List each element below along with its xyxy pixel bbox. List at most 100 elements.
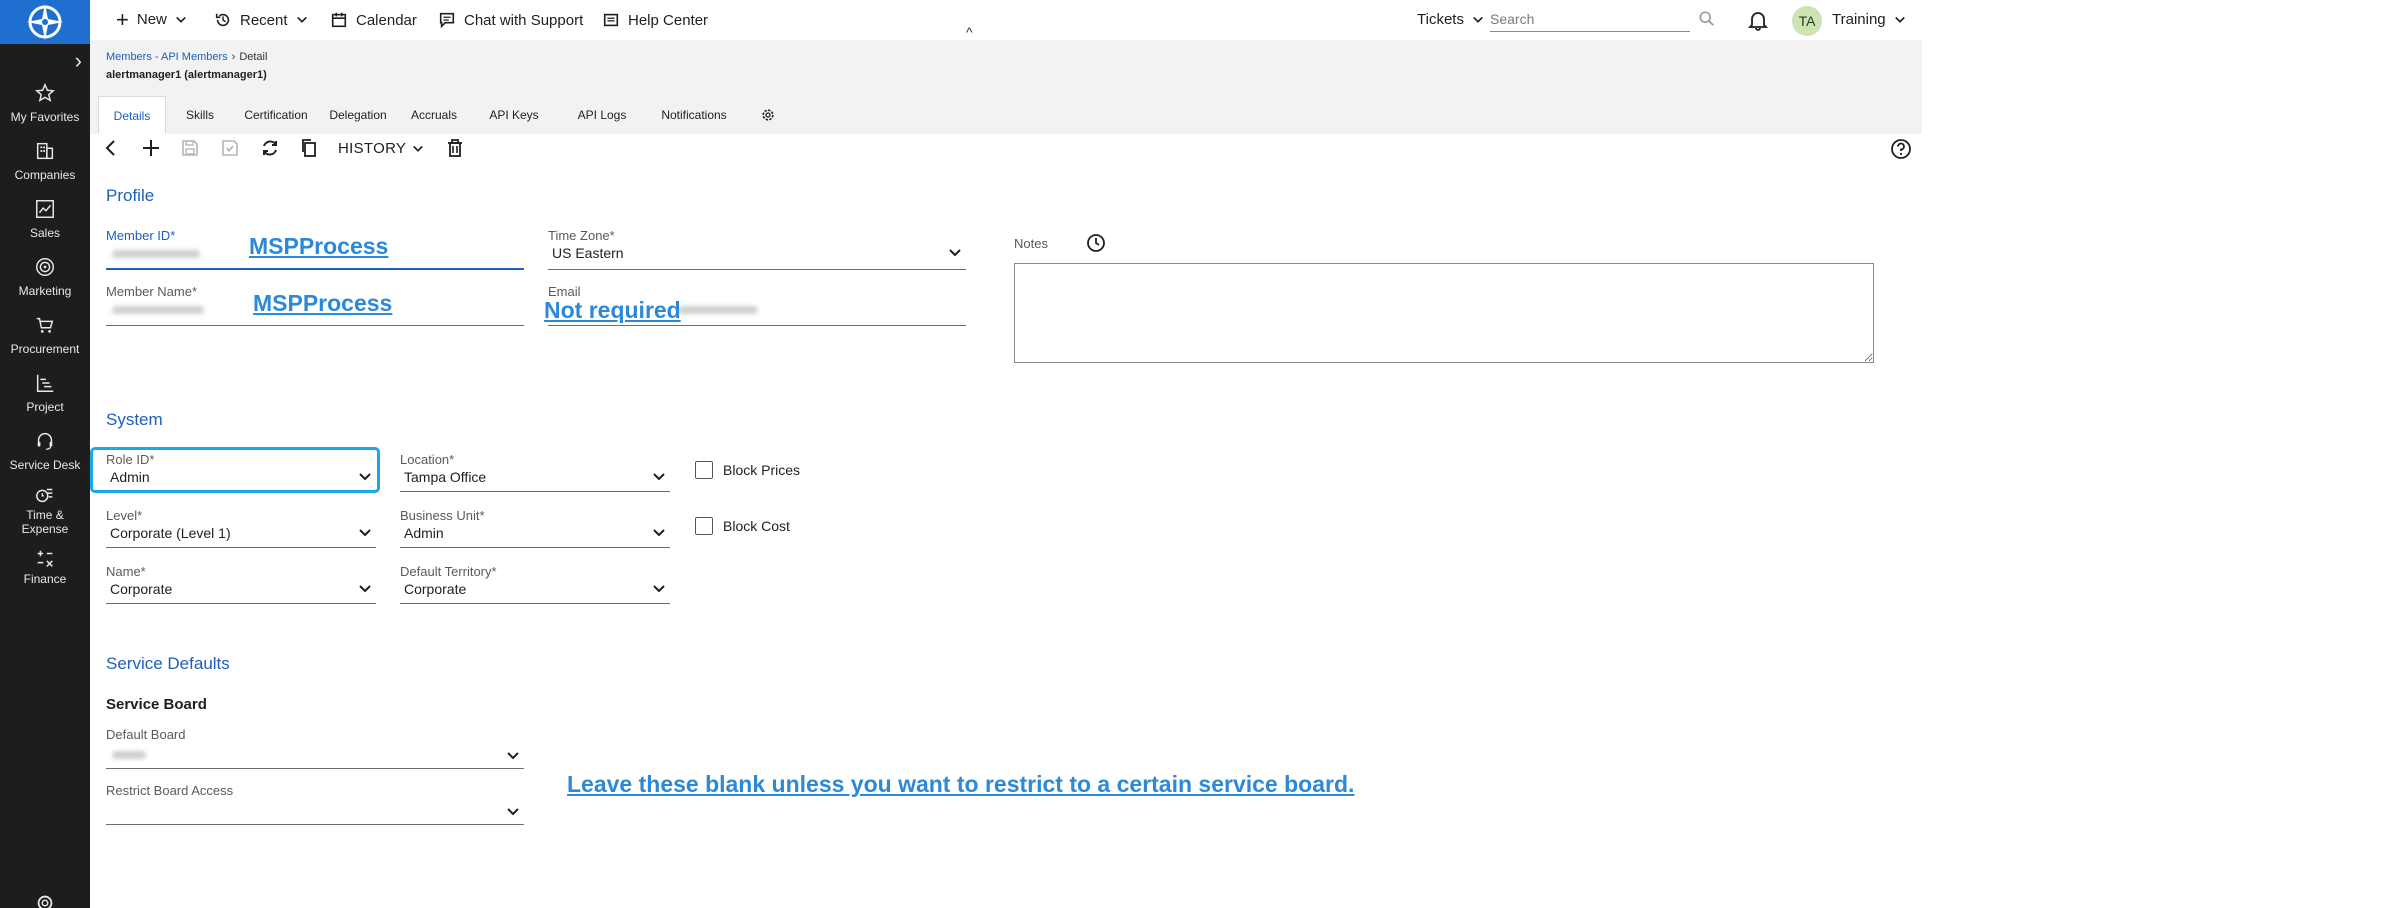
default-territory-label: Default Territory* <box>400 564 497 579</box>
sidebar-item-label: Marketing <box>18 284 72 298</box>
gantt-icon <box>34 372 56 394</box>
add-plus-icon[interactable] <box>140 137 162 159</box>
user-avatar[interactable]: TA <box>1792 6 1822 36</box>
history-dropdown-button[interactable]: HISTORY <box>338 140 424 157</box>
chevron-down-icon <box>359 529 371 537</box>
location-select[interactable]: Location* Tampa Office <box>400 452 670 492</box>
compass-logo-icon <box>27 4 63 40</box>
back-chevron-icon[interactable] <box>100 137 122 159</box>
role-id-value: Admin <box>110 469 150 485</box>
service-board-annotation: Leave these blank unless you want to res… <box>567 771 1355 797</box>
member-id-underline <box>106 268 524 270</box>
chevron-down-icon <box>1894 16 1905 23</box>
tab-skills[interactable]: Skills <box>172 96 228 134</box>
tab-api-logs[interactable]: API Logs <box>564 96 640 134</box>
save-close-disk-icon[interactable] <box>219 137 241 159</box>
sidebar-item-finance[interactable]: Finance <box>0 548 90 586</box>
name-label: Name* <box>106 564 146 579</box>
profile-section-title: Profile <box>106 186 155 205</box>
trend-chart-icon <box>34 198 56 220</box>
default-board-select[interactable]: Default Board <box>106 727 524 769</box>
tab-details[interactable]: Details <box>98 96 166 134</box>
copy-icon[interactable] <box>298 137 320 159</box>
service-board-heading: Service Board <box>106 696 207 713</box>
new-menu-button[interactable]: + New <box>116 6 187 32</box>
tab-notifications[interactable]: Notifications <box>650 96 738 134</box>
recent-menu-button[interactable]: Recent <box>214 11 308 29</box>
name-select[interactable]: Name* Corporate <box>106 564 376 604</box>
notifications-bell-icon[interactable] <box>1747 9 1769 31</box>
notes-textarea[interactable] <box>1014 263 1874 363</box>
role-id-select[interactable]: Role ID* Admin <box>106 452 376 492</box>
sidebar-item-project[interactable]: Project <box>0 372 90 414</box>
history-label: HISTORY <box>338 140 407 157</box>
cart-icon <box>34 314 56 336</box>
block-cost-checkbox[interactable]: Block Cost <box>695 517 790 535</box>
restrict-board-access-select[interactable]: Restrict Board Access <box>106 783 524 825</box>
sidebar-item-label: My Favorites <box>10 110 80 124</box>
settings-gear-icon[interactable] <box>34 892 56 908</box>
help-center-label: Help Center <box>628 11 709 29</box>
sidebar-item-my-favorites[interactable]: My Favorites <box>0 82 90 124</box>
breadcrumb: Members - API Members › Detail <box>106 51 267 63</box>
app-logo[interactable] <box>0 0 90 44</box>
breadcrumb-parent-link[interactable]: Members - API Members <box>106 51 228 63</box>
block-cost-box[interactable] <box>695 517 713 535</box>
search-icon[interactable] <box>1698 10 1716 28</box>
tab-api-keys[interactable]: API Keys <box>474 96 554 134</box>
target-icon <box>34 256 56 278</box>
record-title: alertmanager1 (alertmanager1) <box>106 69 267 81</box>
refresh-icon[interactable] <box>259 137 281 159</box>
level-select[interactable]: Level* Corporate (Level 1) <box>106 508 376 548</box>
collapse-header-chevron-icon[interactable]: ^ <box>966 24 973 40</box>
tab-accruals[interactable]: Accruals <box>402 96 466 134</box>
calculator-icon <box>34 548 56 570</box>
sidebar-item-time-expense[interactable]: Time & Expense <box>0 484 90 536</box>
block-prices-box[interactable] <box>695 461 713 479</box>
sidebar-item-sales[interactable]: Sales <box>0 198 90 240</box>
plus-icon: + <box>116 6 129 32</box>
chevron-down-icon <box>507 752 519 760</box>
default-territory-underline <box>400 603 670 604</box>
sidebar-expand-chevron-icon[interactable]: › <box>75 50 82 72</box>
search-scope-label: Tickets <box>1417 11 1464 28</box>
tab-settings-gear-icon[interactable] <box>760 107 776 123</box>
email-underline <box>548 325 966 326</box>
chevron-down-icon <box>296 16 307 23</box>
search-input[interactable] <box>1490 8 1686 30</box>
help-question-icon[interactable] <box>1890 138 1912 160</box>
tab-certification[interactable]: Certification <box>236 96 316 134</box>
chat-support-button[interactable]: Chat with Support <box>438 11 583 29</box>
business-unit-select[interactable]: Business Unit* Admin <box>400 508 670 548</box>
block-prices-checkbox[interactable]: Block Prices <box>695 461 800 479</box>
time-zone-select[interactable]: Time Zone* US Eastern <box>548 228 966 270</box>
tab-delegation[interactable]: Delegation <box>322 96 394 134</box>
search-scope-dropdown[interactable]: Tickets <box>1417 11 1484 28</box>
help-center-button[interactable]: Help Center <box>602 11 708 29</box>
calendar-button[interactable]: Calendar <box>330 11 417 29</box>
email-annotation: Not required <box>544 297 681 323</box>
notes-label: Notes <box>1014 236 1048 251</box>
calendar-icon <box>331 12 347 28</box>
user-name-label: Training <box>1832 11 1886 28</box>
clock-icon[interactable] <box>1086 233 1106 253</box>
chevron-down-icon <box>949 249 961 257</box>
sidebar-item-companies[interactable]: Companies <box>0 140 90 182</box>
chevron-down-icon <box>653 529 665 537</box>
default-territory-select[interactable]: Default Territory* Corporate <box>400 564 670 604</box>
delete-trash-icon[interactable] <box>444 137 466 159</box>
chevron-down-icon <box>175 16 186 23</box>
sidebar-item-marketing[interactable]: Marketing <box>0 256 90 298</box>
time-zone-label: Time Zone* <box>548 228 615 243</box>
save-disk-icon[interactable] <box>179 137 201 159</box>
chevron-down-icon <box>653 585 665 593</box>
business-unit-value: Admin <box>404 525 444 541</box>
system-section-title: System <box>106 410 163 429</box>
chevron-down-icon <box>653 473 665 481</box>
sidebar-item-procurement[interactable]: Procurement <box>0 314 90 356</box>
sidebar-item-service-desk[interactable]: Service Desk <box>0 430 90 472</box>
user-menu-button[interactable]: Training <box>1832 11 1906 28</box>
record-header: Members - API Members › Detail alertmanage… <box>90 40 1922 134</box>
level-underline <box>106 547 376 548</box>
role-id-label: Role ID* <box>106 452 155 467</box>
